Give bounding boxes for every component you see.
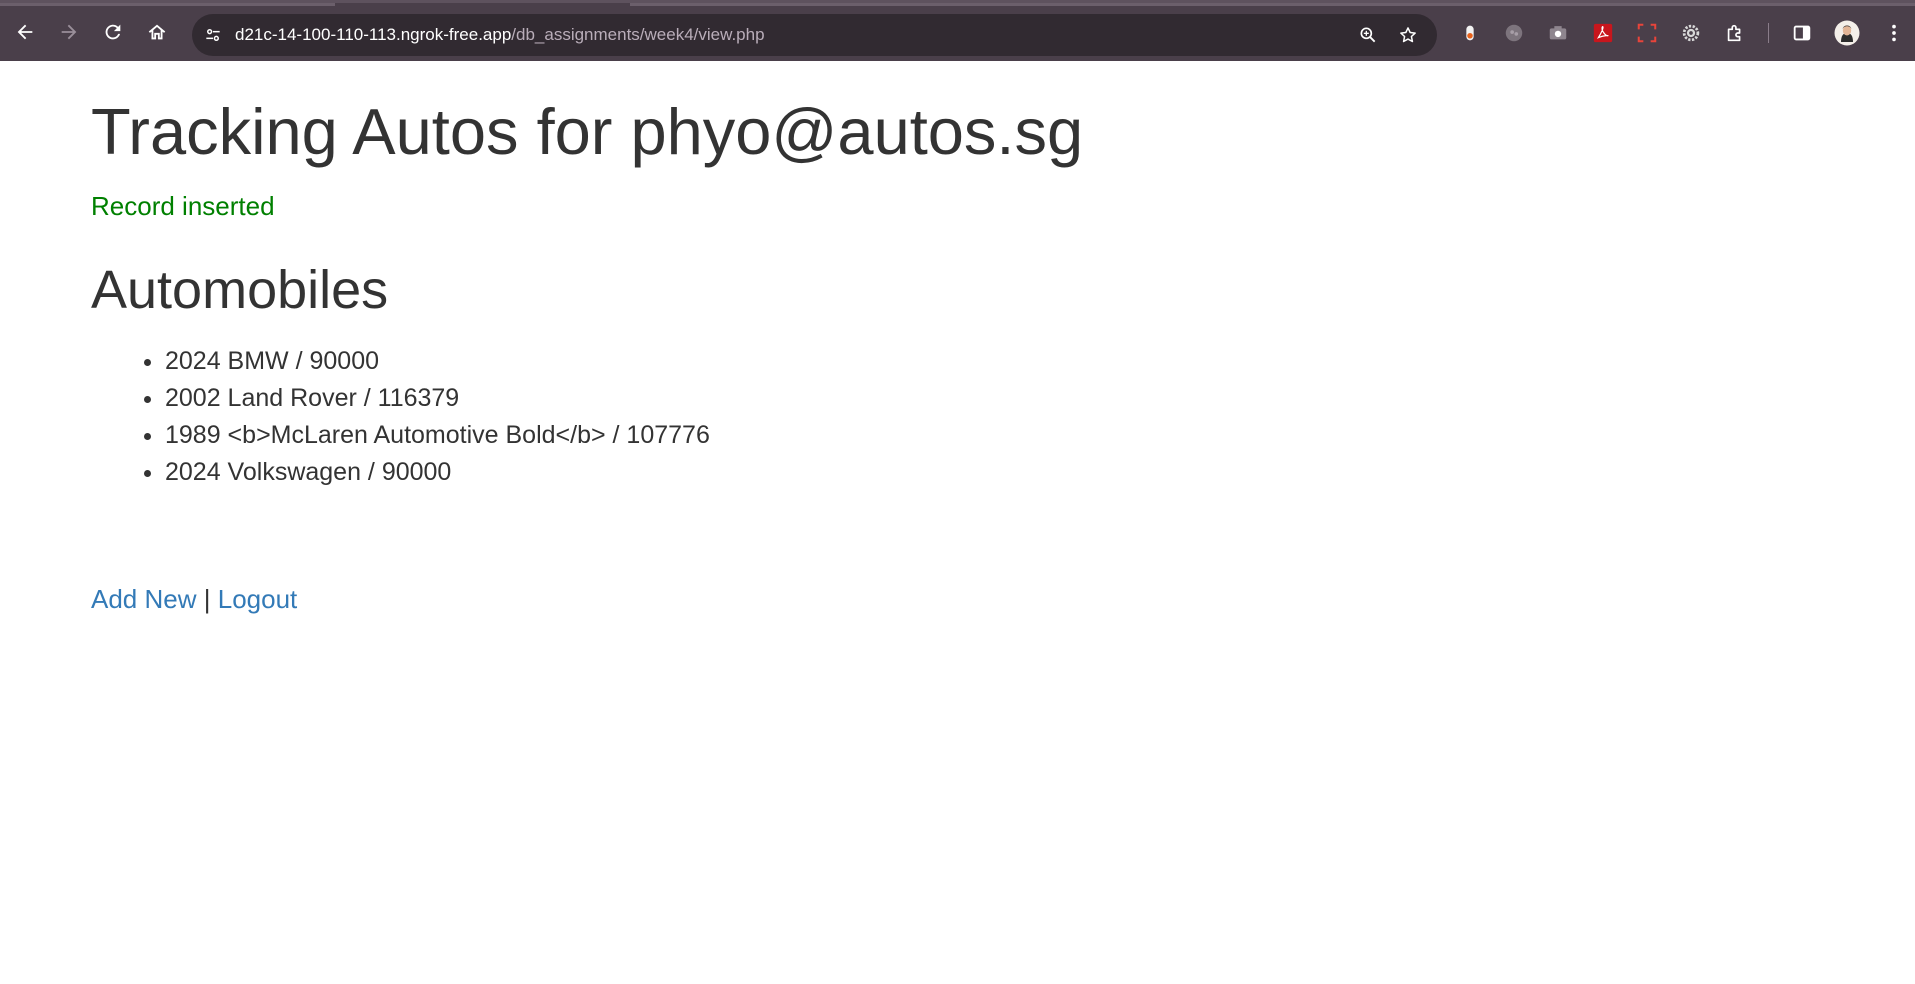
back-icon — [17, 24, 33, 40]
menu-icon[interactable] — [1882, 21, 1906, 45]
gear-icon[interactable] — [1679, 21, 1703, 45]
toolbar-separator — [1768, 23, 1769, 43]
list-item: 2024 BMW / 90000 — [165, 343, 710, 380]
back-button[interactable] — [9, 16, 41, 48]
flash-message: Record inserted — [91, 191, 275, 221]
screenshot-frame-icon[interactable] — [1635, 21, 1659, 45]
url-host: d21c-14-100-110-113.ngrok-free.app — [235, 25, 512, 44]
extension-orange-icon[interactable] — [1458, 21, 1482, 45]
extension-gray-circle-icon[interactable] — [1502, 21, 1526, 45]
autos-list: 2024 BMW / 90000 2002 Land Rover / 11637… — [91, 343, 710, 491]
address-bar[interactable]: d21c-14-100-110-113.ngrok-free.app/db_as… — [192, 14, 1437, 56]
reload-icon — [105, 24, 121, 40]
url-path: /db_assignments/week4/view.php — [511, 25, 765, 44]
link-separator: | — [203, 584, 211, 614]
bookmark-star-icon[interactable] — [1397, 24, 1419, 46]
side-panel-icon[interactable] — [1790, 21, 1814, 45]
zoom-icon[interactable] — [1357, 24, 1379, 46]
page-title: Tracking Autos for phyo@autos.sg — [91, 95, 1084, 168]
page-content: Tracking Autos for phyo@autos.sg Record … — [0, 61, 1915, 984]
tab-strip-edge — [630, 3, 1915, 6]
home-icon — [148, 24, 166, 40]
action-links: Add New | Logout — [91, 584, 297, 615]
site-info-icon[interactable] — [202, 24, 224, 46]
list-item: 2002 Land Rover / 116379 — [165, 380, 710, 417]
profile-avatar[interactable] — [1834, 20, 1860, 46]
pdf-icon[interactable] — [1591, 21, 1615, 45]
section-title: Automobiles — [91, 260, 389, 320]
extensions-puzzle-icon[interactable] — [1723, 21, 1747, 45]
reload-button[interactable] — [97, 16, 129, 48]
tab-strip-edge — [0, 3, 335, 6]
home-button[interactable] — [141, 16, 173, 48]
list-item: 2024 Volkswagen / 90000 — [165, 454, 710, 491]
url-text[interactable]: d21c-14-100-110-113.ngrok-free.app/db_as… — [235, 25, 765, 45]
logout-link[interactable]: Logout — [218, 584, 298, 614]
add-new-link[interactable]: Add New — [91, 584, 197, 614]
browser-toolbar: d21c-14-100-110-113.ngrok-free.app/db_as… — [0, 0, 1915, 61]
forward-button[interactable] — [53, 16, 85, 48]
list-item: 1989 <b>McLaren Automotive Bold</b> / 10… — [165, 417, 710, 454]
forward-icon — [61, 24, 77, 40]
camera-icon[interactable] — [1546, 21, 1570, 45]
